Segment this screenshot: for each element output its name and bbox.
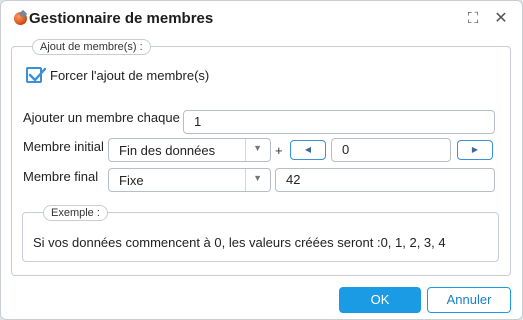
final-member-input[interactable]: 42 <box>275 168 495 192</box>
force-add-label: Forcer l'ajout de membre(s) <box>50 68 210 83</box>
chevron-down-icon: ▼ <box>253 143 262 153</box>
add-each-label: Ajouter un membre chaque <box>23 110 180 125</box>
final-member-select[interactable]: Fixe ▼ <box>108 168 271 192</box>
example-text: Si vos données commencent à 0, les valeu… <box>33 235 446 250</box>
ok-button[interactable]: OK <box>339 287 421 313</box>
initial-member-input[interactable]: 0 <box>331 138 451 162</box>
initial-member-select[interactable]: Fin des données ▼ <box>108 138 271 162</box>
close-icon[interactable]: ✕ <box>491 9 511 29</box>
add-members-group: Ajout de membre(s) : Forcer l'ajout de m… <box>11 39 511 276</box>
force-add-checkbox[interactable] <box>26 67 46 83</box>
app-icon <box>14 12 27 25</box>
group-legend: Ajout de membre(s) : <box>32 39 151 55</box>
increment-button[interactable]: ▶ <box>457 140 493 160</box>
chevron-down-icon: ▼ <box>253 173 262 183</box>
example-legend: Exemple : <box>43 205 108 221</box>
final-member-select-value: Fixe <box>119 173 144 188</box>
cancel-button[interactable]: Annuler <box>427 287 511 313</box>
final-member-label: Membre final <box>23 169 99 184</box>
add-each-input[interactable]: 1 <box>183 110 495 134</box>
expand-icon[interactable]: ⛶ <box>463 9 483 29</box>
title-bar: Gestionnaire de membres ⛶ ✕ <box>1 1 522 37</box>
decrement-button[interactable]: ◀ <box>290 140 326 160</box>
plus-sign: + <box>275 143 283 158</box>
example-group: Exemple : Si vos données commencent à 0,… <box>22 205 499 262</box>
dialog-title: Gestionnaire de membres <box>29 10 214 27</box>
initial-member-label: Membre initial <box>23 139 104 154</box>
members-manager-dialog: Gestionnaire de membres ⛶ ✕ Ajout de mem… <box>0 0 523 320</box>
initial-member-select-value: Fin des données <box>119 143 216 158</box>
checkmark-icon <box>28 67 46 82</box>
